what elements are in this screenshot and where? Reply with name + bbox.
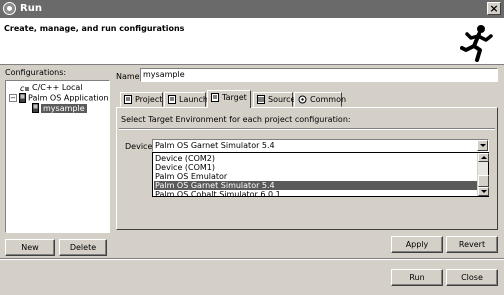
tab-launch[interactable]: Launch <box>164 92 208 107</box>
device-label: Device <box>125 142 153 151</box>
apply-button[interactable]: Apply <box>391 236 443 253</box>
title-bar: Run × <box>0 0 504 18</box>
target-tab-panel: Select Target Environment for each proje… <box>116 107 498 230</box>
revert-button[interactable]: Revert <box>446 236 498 253</box>
device-option[interactable]: Device (COM2) <box>154 154 478 163</box>
device-option[interactable]: Palm OS Emulator <box>154 172 478 181</box>
configurations-label: Configurations: <box>5 68 67 77</box>
scroll-down-arrow-icon[interactable] <box>478 187 489 196</box>
tree-item-label: mysample <box>41 103 87 113</box>
device-options-list[interactable]: Device (COM2) Device (COM1) Palm OS Emul… <box>152 152 489 197</box>
tree-item-mysample[interactable]: mysample <box>32 103 87 114</box>
device-select[interactable]: Palm OS Garnet Simulator 5.4 <box>152 139 489 152</box>
tab-target[interactable]: Target <box>207 90 251 108</box>
source-icon <box>257 95 265 104</box>
target-instruction: Select Target Environment for each proje… <box>121 115 351 124</box>
tree-item-label: C/C++ Local <box>32 83 83 92</box>
common-icon <box>298 95 307 104</box>
launch-icon <box>168 95 176 104</box>
svg-text:c: c <box>20 84 25 92</box>
tab-label: Target <box>222 93 247 102</box>
project-icon <box>124 95 132 104</box>
tab-label: Project <box>135 95 163 104</box>
run-button[interactable]: Run <box>391 269 443 286</box>
tab-common[interactable]: Common <box>294 92 346 107</box>
device-option-selected[interactable]: Palm OS Garnet Simulator 5.4 <box>154 181 478 190</box>
tree-item-palm-os-application[interactable]: − Palm OS Application <box>9 93 109 104</box>
new-button[interactable]: New <box>5 239 55 256</box>
palm-device-icon <box>19 93 26 103</box>
chevron-down-icon[interactable] <box>477 140 488 151</box>
tab-label: Source <box>268 95 296 104</box>
header-banner: Create, manage, and run configurations <box>0 18 504 65</box>
device-option[interactable]: Palm OS Cobalt Simulator 6.0.1 <box>154 190 478 196</box>
divider <box>119 128 495 130</box>
device-select-value: Palm OS Garnet Simulator 5.4 <box>155 141 275 150</box>
tree-item-cpp-local[interactable]: c C/C++ Local <box>20 83 83 93</box>
tab-project[interactable]: Project <box>120 92 163 107</box>
run-app-icon <box>3 2 16 15</box>
target-icon <box>211 93 219 102</box>
banner-heading: Create, manage, and run configurations <box>4 24 185 33</box>
device-option[interactable]: Device (COM1) <box>154 163 478 172</box>
name-input[interactable]: mysample <box>140 68 498 82</box>
close-button[interactable]: Close <box>446 269 498 286</box>
configurations-tree[interactable]: c C/C++ Local − Palm OS Application mysa… <box>5 80 110 233</box>
running-man-icon <box>460 25 493 62</box>
scroll-thumb[interactable] <box>478 175 489 187</box>
tab-label: Common <box>310 95 347 104</box>
expand-collapse-icon[interactable]: − <box>9 94 17 102</box>
palm-device-icon <box>32 103 39 113</box>
c-cpp-icon: c <box>20 84 29 92</box>
scroll-up-arrow-icon[interactable] <box>478 153 489 162</box>
config-tabs: Project Launch Target Source Common Sele… <box>116 90 498 230</box>
close-window-button[interactable]: × <box>487 2 501 15</box>
tab-source[interactable]: Source <box>253 92 296 107</box>
divider <box>0 258 504 260</box>
tab-label: Launch <box>179 95 208 104</box>
delete-button[interactable]: Delete <box>59 239 107 256</box>
name-label: Name: <box>116 72 143 81</box>
tree-item-label: Palm OS Application <box>28 93 109 103</box>
window-title: Run <box>20 3 42 14</box>
device-list-scrollbar[interactable] <box>477 153 489 196</box>
